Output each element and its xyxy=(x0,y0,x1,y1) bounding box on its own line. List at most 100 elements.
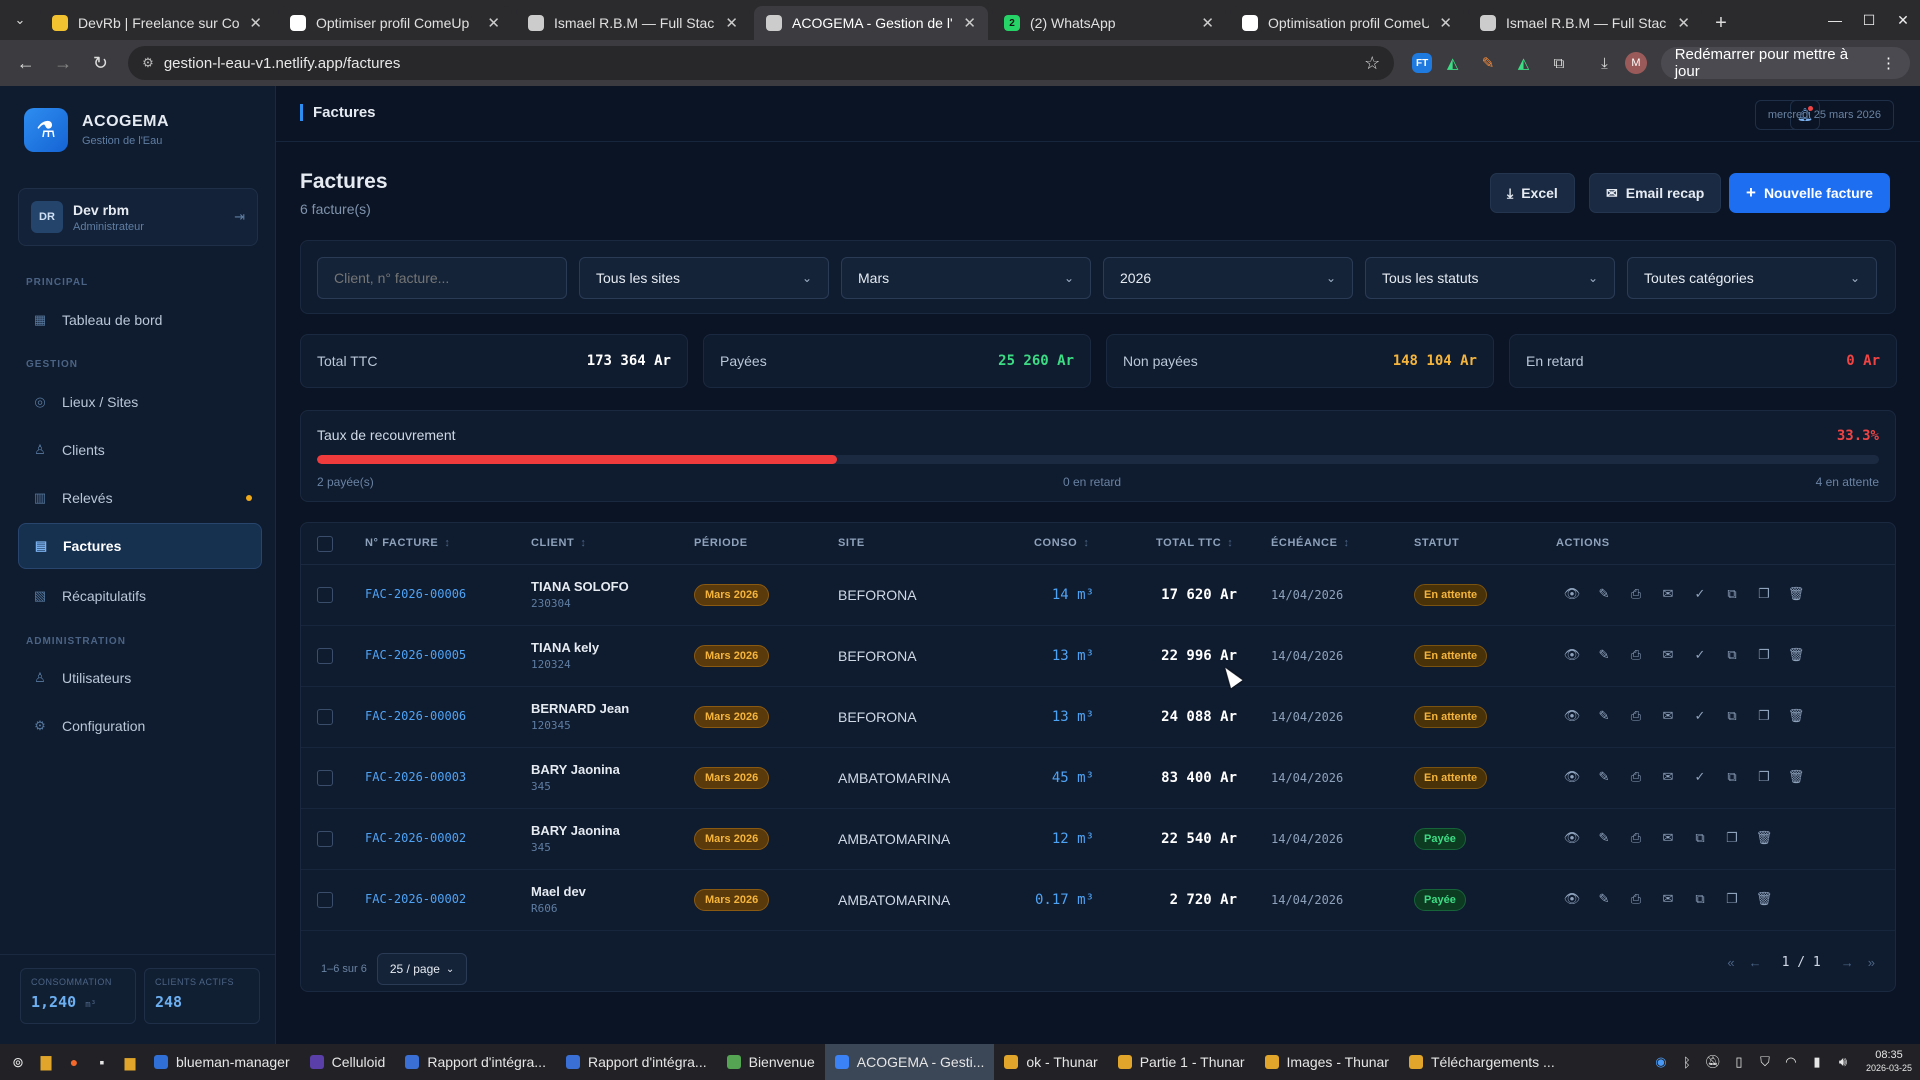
trash-icon[interactable]: 🗑︎ xyxy=(1787,586,1805,602)
print-icon[interactable]: ⎙ xyxy=(1627,586,1645,602)
mail-icon[interactable]: ✉ xyxy=(1659,586,1677,602)
duplicate-icon[interactable]: ⧉ xyxy=(1691,891,1709,907)
email-recap-button[interactable]: ✉ Email recap xyxy=(1589,173,1722,213)
minimize-icon[interactable]: — xyxy=(1818,0,1852,40)
tab-close-icon[interactable]: ✕ xyxy=(1201,14,1214,32)
taskbar-window[interactable]: Images - Thunar xyxy=(1255,1044,1399,1080)
table-row[interactable]: FAC-2026-00005 TIANA kely 120324 Mars 20… xyxy=(301,626,1895,687)
eye-icon[interactable]: 👁︎ xyxy=(1563,769,1581,785)
copy-icon[interactable]: ❐ xyxy=(1755,708,1773,724)
check-icon[interactable]: ✓ xyxy=(1691,708,1709,724)
chrome-tray-icon[interactable]: ◉ xyxy=(1650,1054,1672,1070)
invoice-number[interactable]: FAC-2026-00006 xyxy=(365,587,466,601)
extension-ft-icon[interactable]: FT xyxy=(1412,53,1432,73)
sidebar-item-recapitulatifs[interactable]: ▧ Récapitulatifs xyxy=(18,573,262,619)
col-client[interactable]: CLIENT ↕ xyxy=(531,537,586,549)
col-due[interactable]: ÉCHÉANCE ↕ xyxy=(1271,537,1350,549)
table-row[interactable]: FAC-2026-00002 Mael dev R606 Mars 2026 A… xyxy=(301,870,1895,931)
invoice-number[interactable]: FAC-2026-00002 xyxy=(365,831,466,845)
invoice-number[interactable]: FAC-2026-00002 xyxy=(365,892,466,906)
brand[interactable]: ⚗ ACOGEMA Gestion de l'Eau xyxy=(24,108,169,152)
volume-icon[interactable]: 🔊︎ xyxy=(1832,1054,1854,1070)
duplicate-icon[interactable]: ⧉ xyxy=(1723,769,1741,785)
table-row[interactable]: FAC-2026-00006 BERNARD Jean 120345 Mars … xyxy=(301,687,1895,748)
browser-tab[interactable]: 2 (2) WhatsApp ✕ xyxy=(992,6,1226,40)
sidebar-item-utilisateurs[interactable]: ♙ Utilisateurs xyxy=(18,655,262,701)
extensions-puzzle-icon[interactable]: ⧉ xyxy=(1544,48,1573,78)
per-page-select[interactable]: 25 / page ⌄ xyxy=(376,953,468,985)
next-page-icon[interactable]: → xyxy=(1841,955,1854,970)
eye-icon[interactable]: 👁︎ xyxy=(1563,830,1581,846)
firefox-icon[interactable]: ● xyxy=(60,1048,88,1076)
row-checkbox[interactable] xyxy=(317,648,333,664)
mail-icon[interactable]: ✉ xyxy=(1659,769,1677,785)
export-excel-button[interactable]: ⤓ Excel xyxy=(1490,173,1575,213)
invoice-number[interactable]: FAC-2026-00003 xyxy=(365,770,466,784)
trash-icon[interactable]: 🗑︎ xyxy=(1787,647,1805,663)
copy-icon[interactable]: ❐ xyxy=(1755,769,1773,785)
bookmark-star-icon[interactable]: ☆ xyxy=(1364,53,1380,74)
edit-icon[interactable]: ✎ xyxy=(1595,891,1613,907)
taskbar-window[interactable]: ok - Thunar xyxy=(994,1044,1107,1080)
browser-tab[interactable]: ACOGEMA - Gestion de l'Eau ✕ xyxy=(754,6,988,40)
close-window-icon[interactable]: ✕ xyxy=(1886,0,1920,40)
category-select[interactable]: Toutes catégories ⌄ xyxy=(1627,257,1877,299)
extension-pen-icon[interactable]: ✎ xyxy=(1473,48,1502,78)
edit-icon[interactable]: ✎ xyxy=(1595,647,1613,663)
sidebar-item-clients[interactable]: ♙ Clients xyxy=(18,427,262,473)
tab-close-icon[interactable]: ✕ xyxy=(725,14,738,32)
tab-close-icon[interactable]: ✕ xyxy=(1439,14,1452,32)
site-select[interactable]: Tous les sites ⌄ xyxy=(579,257,829,299)
invoice-number[interactable]: FAC-2026-00005 xyxy=(365,648,466,662)
table-row[interactable]: FAC-2026-00003 BARY Jaonina 345 Mars 202… xyxy=(301,748,1895,809)
copy-icon[interactable]: ❐ xyxy=(1755,586,1773,602)
sidebar-item-sites[interactable]: ◎ Lieux / Sites xyxy=(18,379,262,425)
clock[interactable]: 08:35 2026-03-25 xyxy=(1866,1049,1912,1075)
duplicate-icon[interactable]: ⧉ xyxy=(1723,586,1741,602)
status-select[interactable]: Tous les statuts ⌄ xyxy=(1365,257,1615,299)
edit-icon[interactable]: ✎ xyxy=(1595,830,1613,846)
table-row[interactable]: FAC-2026-00006 TIANA SOLOFO 230304 Mars … xyxy=(301,565,1895,626)
browser-tab[interactable]: Optimiser profil ComeUp ✕ xyxy=(278,6,512,40)
month-select[interactable]: Mars ⌄ xyxy=(841,257,1091,299)
reload-icon[interactable]: ↻ xyxy=(85,47,116,79)
eye-icon[interactable]: 👁︎ xyxy=(1563,708,1581,724)
row-checkbox[interactable] xyxy=(317,770,333,786)
trash-icon[interactable]: 🗑︎ xyxy=(1755,830,1773,846)
start-menu-icon[interactable]: ⊚ xyxy=(4,1048,32,1076)
row-checkbox[interactable] xyxy=(317,587,333,603)
print-icon[interactable]: ⎙ xyxy=(1627,647,1645,663)
check-icon[interactable]: ✓ xyxy=(1691,769,1709,785)
maximize-icon[interactable]: ☐ xyxy=(1852,0,1886,40)
print-icon[interactable]: ⎙ xyxy=(1627,708,1645,724)
sidebar-item-factures[interactable]: ▤ Factures xyxy=(18,523,262,569)
shield-icon[interactable]: ⛉ xyxy=(1754,1054,1776,1070)
year-select[interactable]: 2026 ⌄ xyxy=(1103,257,1353,299)
eye-icon[interactable]: 👁︎ xyxy=(1563,647,1581,663)
table-row[interactable]: FAC-2026-00002 BARY Jaonina 345 Mars 202… xyxy=(301,809,1895,870)
col-conso[interactable]: CONSO ↕ xyxy=(1034,537,1089,549)
print-icon[interactable]: ⎙ xyxy=(1627,891,1645,907)
duplicate-icon[interactable]: ⧉ xyxy=(1723,708,1741,724)
taskbar-window[interactable]: Rapport d'intégra... xyxy=(556,1044,717,1080)
print-icon[interactable]: ⎙ xyxy=(1627,830,1645,846)
select-all-checkbox[interactable] xyxy=(317,536,333,552)
extension-drive-icon[interactable]: ◭ xyxy=(1438,48,1467,78)
sidebar-item-configuration[interactable]: ⚙ Configuration xyxy=(18,703,262,749)
profile-avatar[interactable]: M xyxy=(1625,52,1647,74)
tab-close-icon[interactable]: ✕ xyxy=(249,14,262,32)
tab-close-icon[interactable]: ✕ xyxy=(963,14,976,32)
edit-icon[interactable]: ✎ xyxy=(1595,708,1613,724)
taskbar-window[interactable]: Celluloid xyxy=(300,1044,396,1080)
tab-close-icon[interactable]: ✕ xyxy=(1677,14,1690,32)
bluetooth-icon[interactable]: ᛒ xyxy=(1676,1055,1698,1070)
taskbar-window[interactable]: Partie 1 - Thunar xyxy=(1108,1044,1255,1080)
wifi-icon[interactable]: ◠ xyxy=(1780,1054,1802,1070)
eye-icon[interactable]: 👁︎ xyxy=(1563,891,1581,907)
duplicate-icon[interactable]: ⧉ xyxy=(1691,830,1709,846)
mail-icon[interactable]: ✉ xyxy=(1659,708,1677,724)
back-icon[interactable]: ← xyxy=(10,47,41,79)
browser-tab[interactable]: Ismael R.B.M — Full Stack Dev ✕ xyxy=(516,6,750,40)
col-invoice[interactable]: N° FACTURE ↕ xyxy=(365,537,450,549)
taskbar-window[interactable]: ACOGEMA - Gesti... xyxy=(824,1044,995,1080)
